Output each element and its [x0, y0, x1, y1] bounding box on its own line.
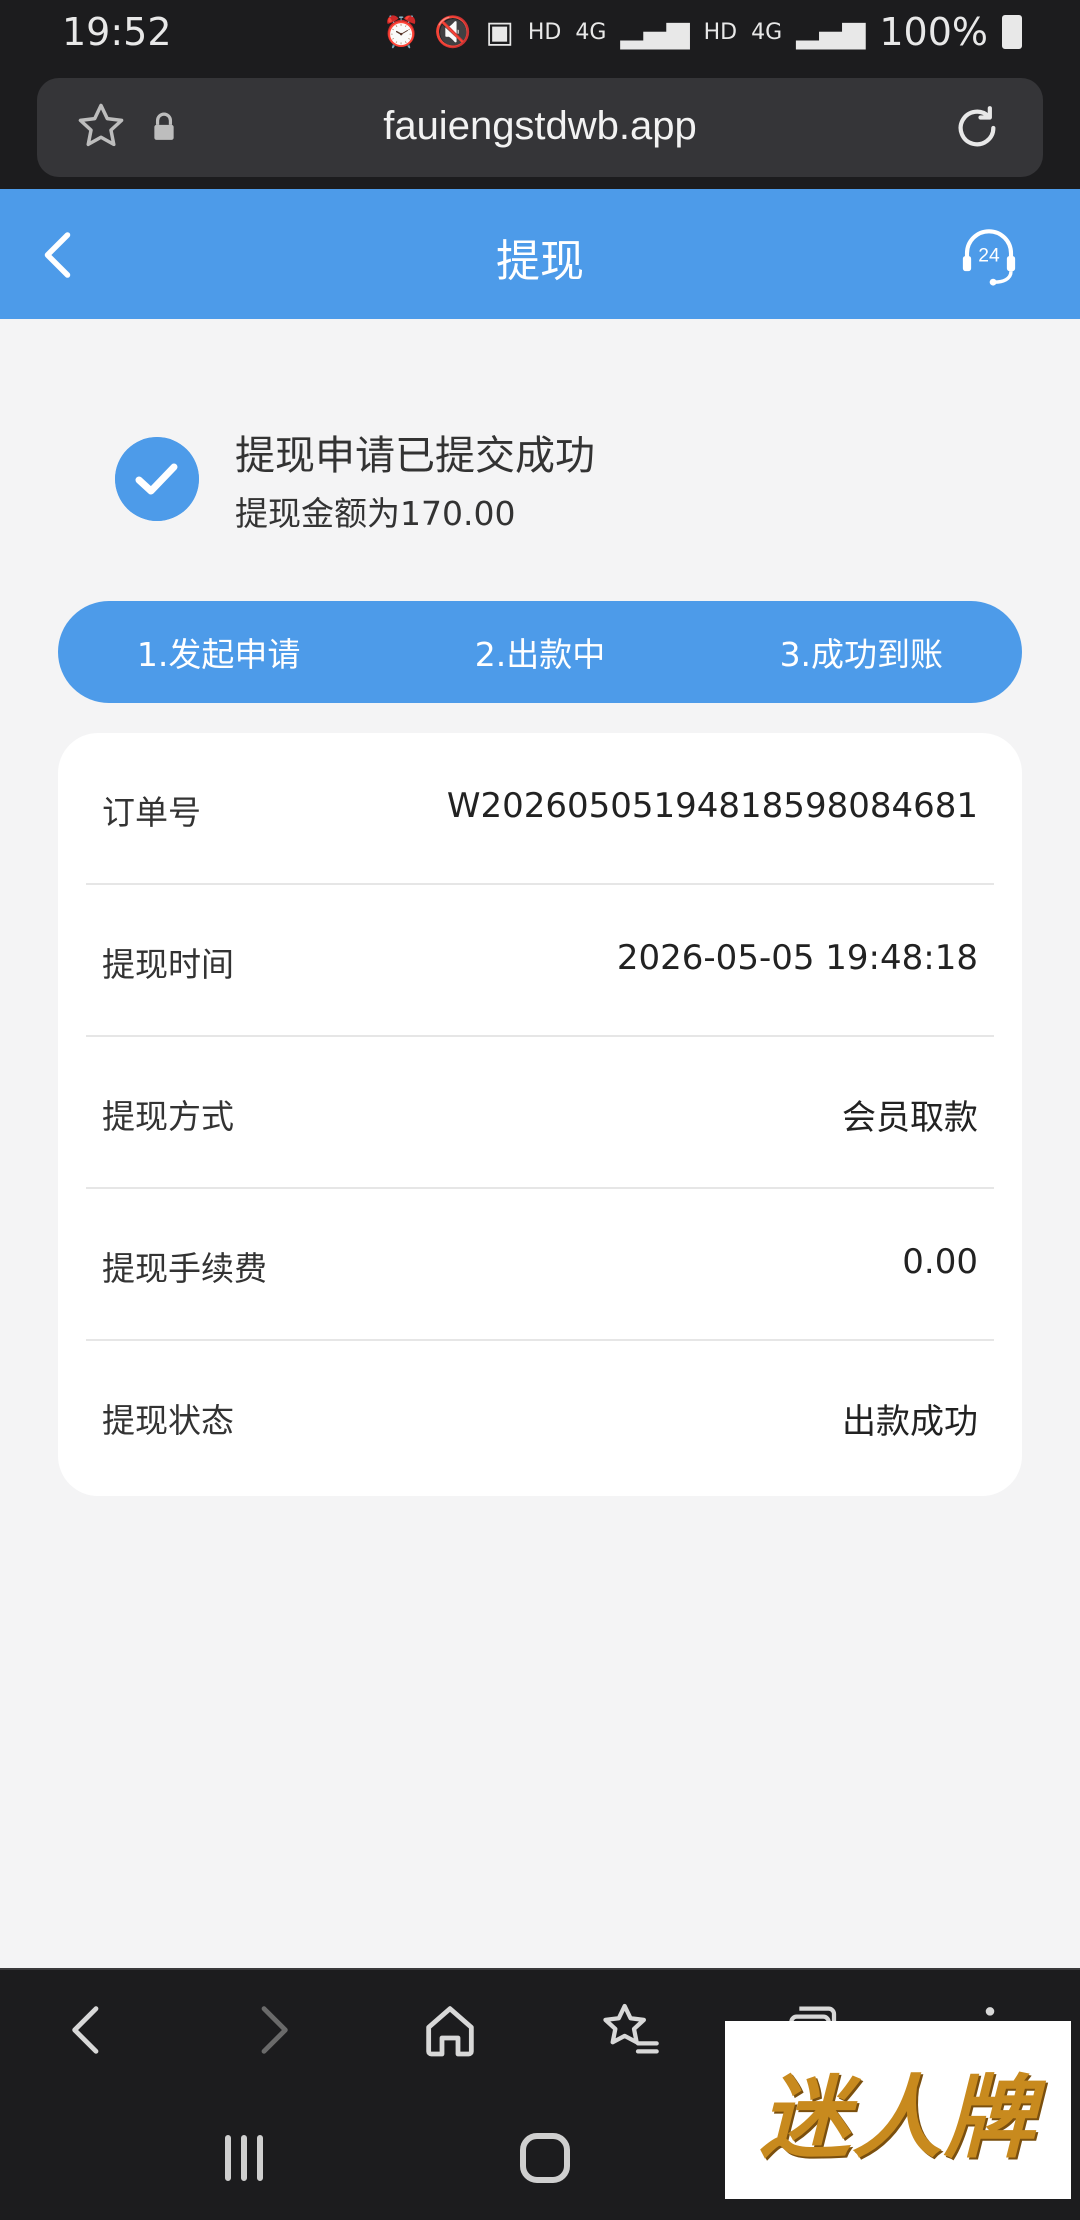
url-field[interactable]: fauiengstdwb.app [37, 78, 1043, 177]
network-hd-label: HD [527, 19, 562, 45]
withdraw-fee-value: 0.00 [902, 1242, 978, 1282]
watermark-text: 迷人牌 [760, 2065, 1036, 2171]
home-button-icon[interactable] [515, 2130, 575, 2186]
browser-back-icon[interactable] [56, 1998, 120, 2062]
step-processing: 2.出款中 [474, 635, 606, 674]
signal-icon: ▂▄▆ [620, 14, 690, 50]
detail-row-order-number: 订单号 W20260505194818598084681 [86, 733, 994, 885]
status-icons: ⏰ 🔇 ▣ HD 4G ▂▄▆ HD 4G ▂▄▆ 100% [383, 10, 1022, 54]
success-title: 提现申请已提交成功 [235, 433, 595, 479]
recent-apps-icon[interactable] [214, 2130, 274, 2186]
page-header: 提现 24 [0, 189, 1080, 319]
status-bar: 19:52 ⏰ 🔇 ▣ HD 4G ▂▄▆ HD 4G ▂▄▆ 100% [0, 0, 1080, 68]
url-text[interactable]: fauiengstdwb.app [37, 104, 1043, 149]
step-success: 3.成功到账 [779, 635, 944, 674]
withdraw-status-value: 出款成功 [842, 1402, 978, 1442]
bookmarks-icon[interactable] [598, 1998, 662, 2062]
detail-row-withdraw-method: 提现方式 会员取款 [86, 1037, 994, 1189]
browser-address-bar: fauiengstdwb.app [0, 68, 1080, 189]
success-message: 提现申请已提交成功 提现金额为170.00 [0, 319, 1080, 589]
browser-forward-icon[interactable] [240, 1998, 304, 2062]
withdraw-time-label: 提现时间 [102, 945, 234, 984]
withdraw-method-label: 提现方式 [102, 1097, 234, 1136]
mute-icon: 🔇 [434, 14, 472, 50]
customer-service-icon[interactable]: 24 [956, 223, 1022, 289]
battery-icon [1002, 15, 1022, 49]
support-badge: 24 [978, 246, 1000, 267]
withdraw-time-value: 2026-05-05 19:48:18 [616, 938, 978, 978]
detail-row-withdraw-status: 提现状态 出款成功 [86, 1341, 994, 1493]
nfc-icon: ▣ [485, 14, 514, 50]
alarm-icon: ⏰ [382, 14, 421, 50]
withdraw-details-card: 订单号 W20260505194818598084681 提现时间 2026-0… [58, 733, 1022, 1496]
check-circle-icon [115, 437, 199, 521]
page-title: 提现 [496, 236, 584, 287]
step-initiate: 1.发起申请 [136, 635, 301, 674]
network-4g-label-2: 4G [751, 19, 783, 45]
order-number-value: W20260505194818598084681 [446, 786, 978, 826]
home-icon[interactable] [418, 1998, 482, 2062]
progress-steps: 1.发起申请 2.出款中 3.成功到账 [58, 601, 1022, 703]
status-time: 19:52 [62, 10, 172, 54]
detail-row-withdraw-fee: 提现手续费 0.00 [86, 1189, 994, 1341]
network-hd-label-2: HD [703, 19, 738, 45]
detail-row-withdraw-time: 提现时间 2026-05-05 19:48:18 [86, 885, 994, 1037]
withdraw-method-value: 会员取款 [842, 1098, 978, 1138]
withdraw-fee-label: 提现手续费 [102, 1249, 267, 1288]
order-number-label: 订单号 [102, 793, 201, 832]
withdraw-status-label: 提现状态 [102, 1401, 234, 1440]
withdraw-amount: 提现金额为170.00 [235, 494, 516, 533]
network-4g-label: 4G [575, 19, 607, 45]
battery-percent: 100% [879, 10, 988, 54]
signal-icon-2: ▂▄▆ [796, 14, 866, 50]
watermark-logo: 迷人牌 [725, 2021, 1071, 2199]
reload-icon[interactable] [949, 100, 1005, 156]
